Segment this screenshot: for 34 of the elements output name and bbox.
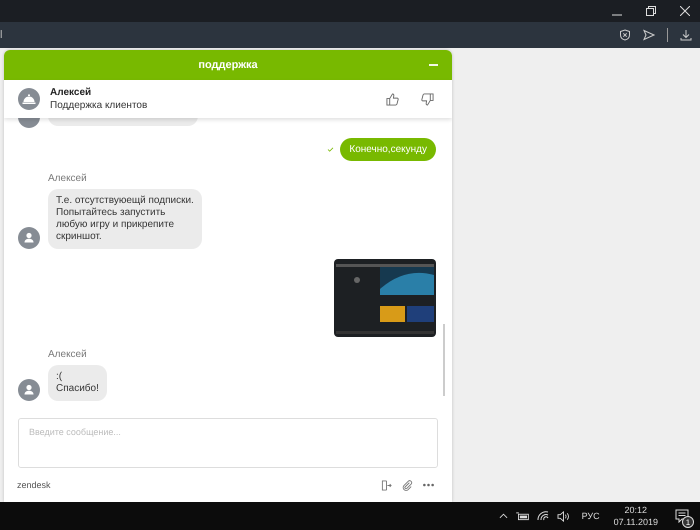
sender-name: Алексей bbox=[48, 349, 88, 360]
zendesk-logo-text[interactable]: zendesk bbox=[17, 480, 371, 490]
download-icon[interactable] bbox=[680, 29, 692, 41]
language-indicator[interactable]: РУС bbox=[582, 511, 600, 521]
scrollbar[interactable] bbox=[443, 324, 445, 396]
paperclip-icon[interactable] bbox=[402, 480, 413, 490]
received-message: :( Спасибо! bbox=[48, 365, 107, 401]
avatar-icon bbox=[18, 379, 40, 401]
agent-role: Поддержка клиентов bbox=[50, 99, 148, 112]
exit-icon[interactable] bbox=[381, 480, 392, 490]
address-text: l bbox=[0, 29, 2, 41]
clock[interactable]: 20:12 07.11.2019 bbox=[614, 504, 658, 528]
received-message: Т.е. отсутствуюещй подписки. Попытайтесь запустить любую игру и прикрепите скриншот. bbox=[48, 189, 202, 249]
sender-name: Алексей bbox=[48, 173, 88, 184]
chevron-up-icon[interactable] bbox=[498, 513, 508, 519]
avatar-icon bbox=[18, 227, 40, 249]
thumbs-up-icon[interactable] bbox=[386, 92, 399, 106]
shield-icon[interactable] bbox=[619, 29, 631, 41]
bell-avatar-icon bbox=[18, 88, 40, 110]
screenshot-drawing[interactable] bbox=[334, 259, 436, 337]
send-icon[interactable] bbox=[643, 29, 655, 41]
restore-icon[interactable] bbox=[646, 6, 656, 16]
notification-icon[interactable] bbox=[675, 509, 689, 523]
message-input[interactable]: Введите сообщение... bbox=[18, 418, 438, 468]
more-icon[interactable] bbox=[423, 483, 434, 487]
battery-icon[interactable] bbox=[516, 512, 529, 520]
thumbs-down-icon[interactable] bbox=[421, 92, 434, 106]
wifi-icon[interactable] bbox=[536, 511, 549, 521]
agent-name: Алексей bbox=[50, 86, 92, 99]
speaker-icon[interactable] bbox=[556, 510, 570, 522]
sent-message: Конечно,секунду bbox=[340, 138, 436, 161]
notification-count: 1 bbox=[682, 516, 694, 528]
close-icon[interactable] bbox=[680, 6, 690, 16]
chat-title: поддержка bbox=[198, 59, 258, 71]
